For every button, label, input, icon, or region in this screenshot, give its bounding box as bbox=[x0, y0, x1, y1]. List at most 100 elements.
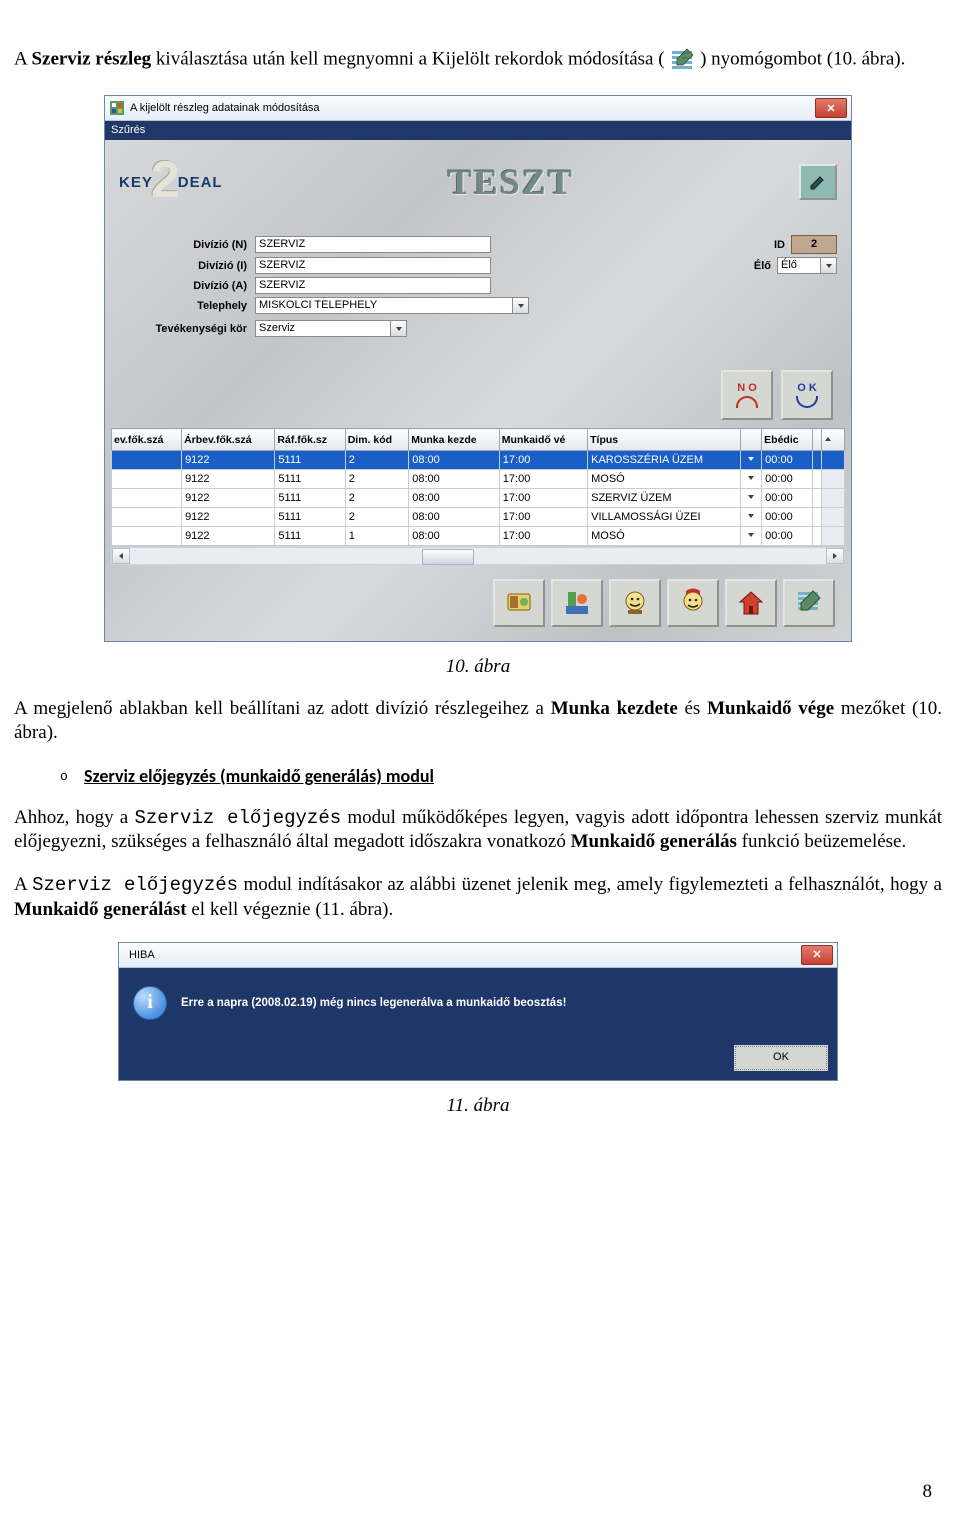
edit-banner-button[interactable] bbox=[799, 164, 837, 200]
table-row[interactable]: 91225111208:0017:00VILLAMOSSÁGI ÜZEI 00:0… bbox=[112, 508, 845, 527]
table-cell[interactable]: 5111 bbox=[275, 470, 345, 489]
ok-button[interactable]: O K bbox=[781, 370, 833, 420]
table-cell[interactable]: 17:00 bbox=[499, 489, 587, 508]
table-row[interactable]: 91225111208:0017:00SZERVIZ ÜZEM 00:00 bbox=[112, 489, 845, 508]
table-row[interactable]: 91225111208:0017:00MOSÓ 00:00 bbox=[112, 470, 845, 489]
table-cell[interactable]: 9122 bbox=[182, 470, 275, 489]
chevron-down-icon[interactable] bbox=[741, 451, 762, 470]
table-cell[interactable]: 00:00 bbox=[762, 527, 813, 546]
grid-header[interactable]: Munkaidő vé bbox=[499, 429, 587, 451]
input-telephely[interactable] bbox=[255, 297, 513, 314]
grid-header[interactable] bbox=[812, 429, 821, 451]
chevron-down-icon[interactable] bbox=[821, 257, 837, 274]
table-cell[interactable]: 17:00 bbox=[499, 470, 587, 489]
error-close-button[interactable]: ✕ bbox=[801, 945, 833, 965]
iconbar-btn-3[interactable] bbox=[609, 579, 661, 627]
table-cell[interactable]: 9122 bbox=[182, 508, 275, 527]
frown-icon bbox=[736, 396, 758, 408]
table-cell[interactable]: 5111 bbox=[275, 527, 345, 546]
table-cell[interactable]: 2 bbox=[345, 489, 409, 508]
scroll-right-button[interactable] bbox=[826, 548, 844, 564]
grid-header[interactable]: ev.fők.szá bbox=[112, 429, 182, 451]
table-cell[interactable]: 08:00 bbox=[409, 527, 500, 546]
scroll-thumb[interactable] bbox=[422, 549, 474, 565]
grid-header[interactable]: Ráf.fők.sz bbox=[275, 429, 345, 451]
chevron-down-icon[interactable] bbox=[741, 508, 762, 527]
table-cell[interactable] bbox=[112, 470, 182, 489]
table-cell[interactable]: 9122 bbox=[182, 451, 275, 470]
combo-tevekenyseg[interactable] bbox=[255, 320, 407, 337]
table-cell[interactable]: 17:00 bbox=[499, 451, 587, 470]
iconbar-btn-5[interactable] bbox=[725, 579, 777, 627]
table-row[interactable]: 91225111108:0017:00MOSÓ 00:00 bbox=[112, 527, 845, 546]
table-cell[interactable]: 5111 bbox=[275, 451, 345, 470]
table-cell[interactable]: 00:00 bbox=[762, 451, 813, 470]
table-cell[interactable]: 5111 bbox=[275, 489, 345, 508]
input-elo[interactable] bbox=[777, 257, 821, 274]
input-tevekenyseg[interactable] bbox=[255, 320, 391, 337]
iconbar-btn-1[interactable] bbox=[493, 579, 545, 627]
input-divizio-a[interactable] bbox=[255, 277, 491, 294]
table-cell[interactable]: 08:00 bbox=[409, 489, 500, 508]
chevron-down-icon[interactable] bbox=[741, 527, 762, 546]
table-cell[interactable] bbox=[812, 470, 821, 489]
no-button[interactable]: N O bbox=[721, 370, 773, 420]
table-cell[interactable]: 17:00 bbox=[499, 527, 587, 546]
table-cell[interactable] bbox=[112, 489, 182, 508]
table-cell[interactable] bbox=[112, 508, 182, 527]
table-cell[interactable]: 08:00 bbox=[409, 470, 500, 489]
grid-header[interactable] bbox=[741, 429, 762, 451]
table-cell[interactable]: KAROSSZÉRIA ÜZEM bbox=[588, 451, 741, 470]
table-cell[interactable]: 5111 bbox=[275, 508, 345, 527]
table-cell[interactable]: VILLAMOSSÁGI ÜZEI bbox=[588, 508, 741, 527]
error-ok-button[interactable]: OK bbox=[735, 1046, 827, 1070]
iconbar-btn-2[interactable] bbox=[551, 579, 603, 627]
scroll-track[interactable] bbox=[130, 549, 826, 563]
p1-b: Munka kezdete bbox=[551, 698, 678, 719]
input-divizio-n[interactable] bbox=[255, 236, 491, 253]
table-cell[interactable]: 08:00 bbox=[409, 451, 500, 470]
table-cell[interactable]: 1 bbox=[345, 527, 409, 546]
table-cell[interactable]: 08:00 bbox=[409, 508, 500, 527]
table-row[interactable]: 91225111208:0017:00KAROSSZÉRIA ÜZEM 00:00 bbox=[112, 451, 845, 470]
table-cell[interactable]: 9122 bbox=[182, 527, 275, 546]
table-cell[interactable] bbox=[112, 451, 182, 470]
table-cell[interactable]: 2 bbox=[345, 451, 409, 470]
table-cell[interactable]: 17:00 bbox=[499, 508, 587, 527]
combo-telephely[interactable] bbox=[255, 297, 529, 314]
iconbar-btn-6[interactable] bbox=[783, 579, 835, 627]
chevron-down-icon[interactable] bbox=[513, 297, 529, 314]
chevron-down-icon[interactable] bbox=[391, 320, 407, 337]
table-cell[interactable]: 00:00 bbox=[762, 489, 813, 508]
scroll-left-button[interactable] bbox=[112, 548, 130, 564]
table-cell[interactable]: 00:00 bbox=[762, 508, 813, 527]
table-cell[interactable] bbox=[812, 451, 821, 470]
table-cell[interactable]: 2 bbox=[345, 508, 409, 527]
table-cell[interactable]: MOSÓ bbox=[588, 470, 741, 489]
grid-header[interactable]: Árbev.fők.szá bbox=[182, 429, 275, 451]
table-cell[interactable] bbox=[812, 508, 821, 527]
chevron-down-icon[interactable] bbox=[741, 470, 762, 489]
table-cell[interactable] bbox=[112, 527, 182, 546]
table-cell[interactable]: 9122 bbox=[182, 489, 275, 508]
input-divizio-i[interactable] bbox=[255, 257, 491, 274]
grid-header[interactable]: Típus bbox=[588, 429, 741, 451]
data-grid[interactable]: ev.fők.száÁrbev.fők.száRáf.fők.szDim. kó… bbox=[111, 428, 845, 546]
grid-wrap: ev.fők.száÁrbev.fők.száRáf.fők.szDim. kó… bbox=[105, 428, 851, 569]
iconbar-btn-4[interactable] bbox=[667, 579, 719, 627]
grid-header[interactable]: Ebédic bbox=[762, 429, 813, 451]
window-close-button[interactable]: ✕ bbox=[815, 98, 847, 118]
menu-szures[interactable]: Szűrés bbox=[111, 124, 145, 136]
table-cell[interactable] bbox=[812, 527, 821, 546]
table-cell[interactable]: SZERVIZ ÜZEM bbox=[588, 489, 741, 508]
table-cell[interactable]: 00:00 bbox=[762, 470, 813, 489]
chevron-down-icon[interactable] bbox=[741, 489, 762, 508]
table-cell[interactable]: MOSÓ bbox=[588, 527, 741, 546]
horizontal-scrollbar[interactable] bbox=[111, 547, 845, 565]
combo-elo[interactable] bbox=[777, 257, 837, 274]
table-cell[interactable] bbox=[812, 489, 821, 508]
table-cell[interactable]: 2 bbox=[345, 470, 409, 489]
grid-header[interactable]: Munka kezde bbox=[409, 429, 500, 451]
grid-header[interactable]: Dim. kód bbox=[345, 429, 409, 451]
ok-label: O K bbox=[797, 382, 817, 394]
